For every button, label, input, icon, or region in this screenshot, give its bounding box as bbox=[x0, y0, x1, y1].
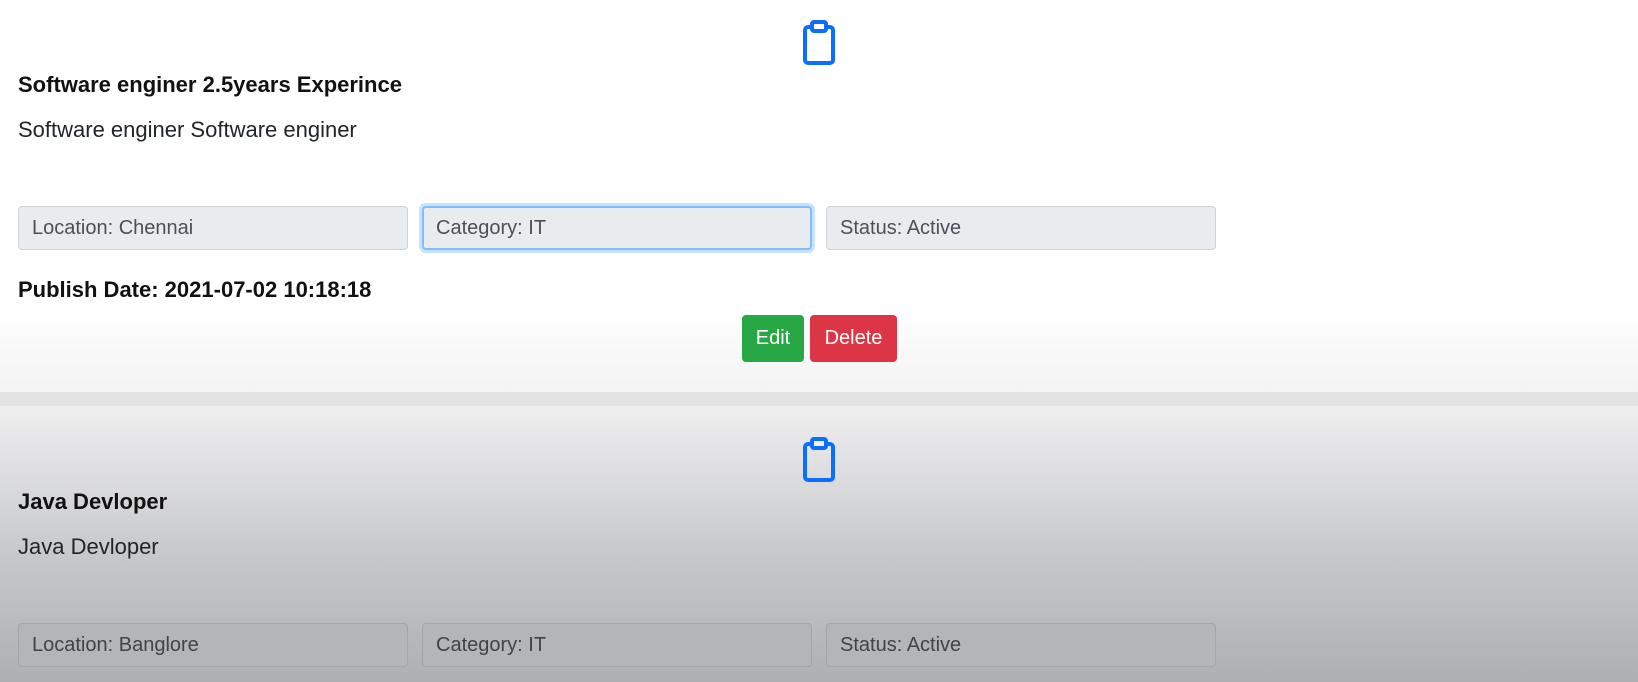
job-description: Software enginer Software enginer bbox=[18, 117, 357, 142]
job-title: Java Devloper bbox=[18, 489, 168, 514]
job-card: Software enginer 2.5years Experince Soft… bbox=[0, 0, 1638, 392]
delete-button[interactable]: Delete bbox=[810, 315, 897, 362]
category-field[interactable]: Category: IT bbox=[422, 623, 812, 667]
job-description: Java Devloper bbox=[18, 534, 159, 559]
edit-button[interactable]: Edit bbox=[742, 315, 804, 362]
clipboard-icon bbox=[803, 437, 835, 482]
location-field[interactable]: Location: Banglore bbox=[18, 623, 408, 667]
job-title: Software enginer 2.5years Experince bbox=[18, 72, 402, 97]
clipboard-icon bbox=[803, 20, 835, 65]
card-divider bbox=[0, 392, 1638, 407]
publish-date: Publish Date: 2021-07-02 10:18:18 bbox=[18, 277, 372, 302]
category-field[interactable]: Category: IT bbox=[422, 206, 812, 250]
job-card: Java Devloper Java Devloper Location: Ba… bbox=[0, 406, 1638, 682]
location-field[interactable]: Location: Chennai bbox=[18, 206, 408, 250]
status-field[interactable]: Status: Active bbox=[826, 623, 1216, 667]
status-field[interactable]: Status: Active bbox=[826, 206, 1216, 250]
